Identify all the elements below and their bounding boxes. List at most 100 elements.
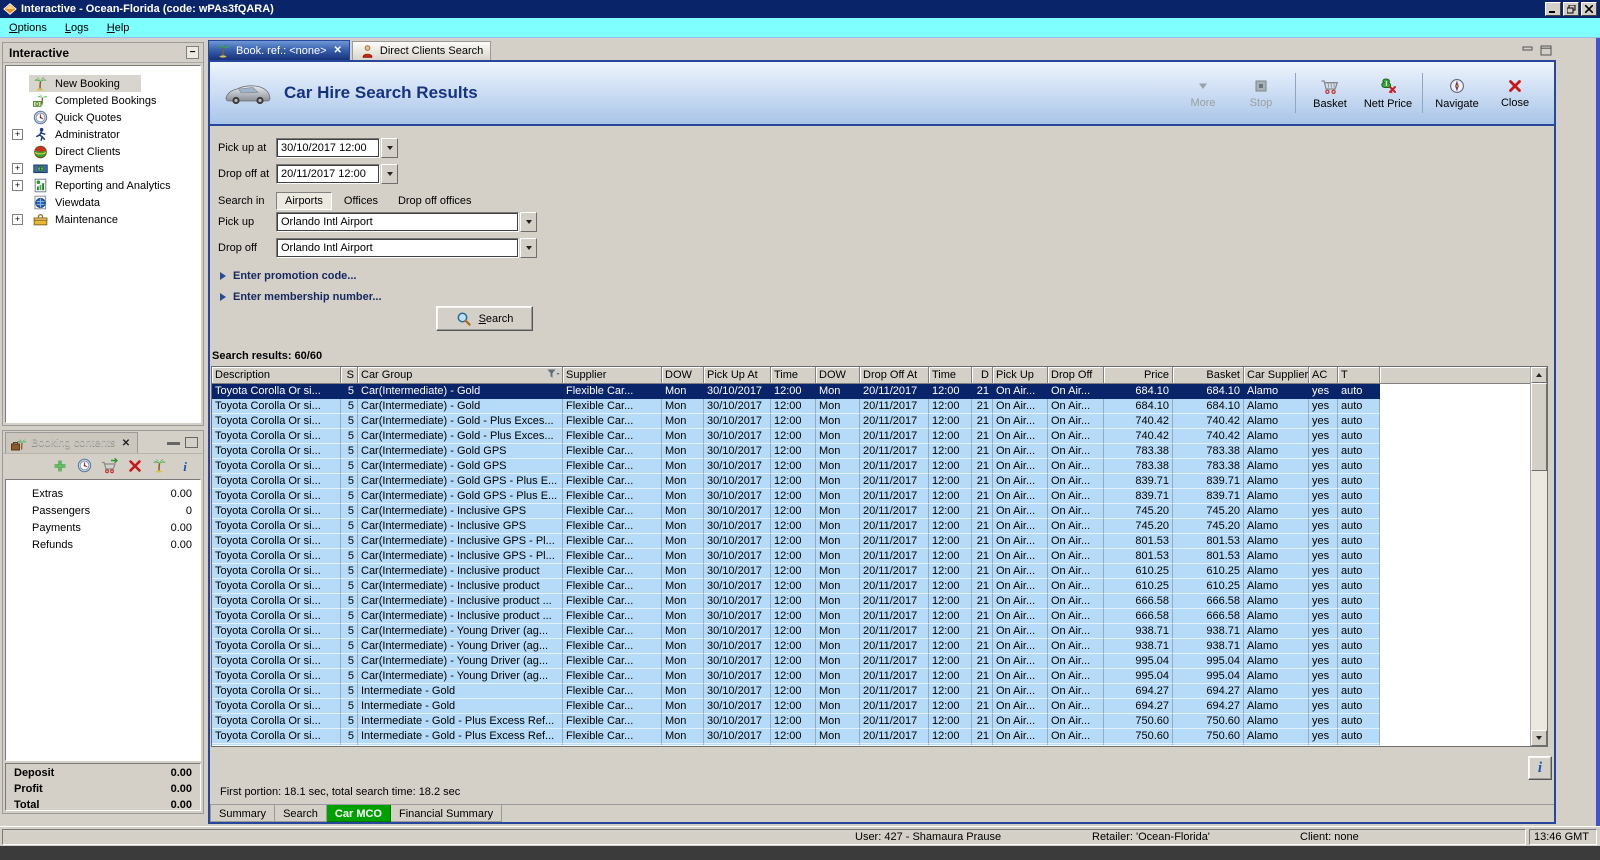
search-in-option-drop-off-offices[interactable]: Drop off offices: [390, 193, 480, 209]
column-header-s[interactable]: S: [341, 367, 358, 384]
sidebar-item-new-booking[interactable]: New Booking: [6, 75, 200, 92]
tabstrip-window-buttons[interactable]: [1522, 45, 1556, 60]
booking-tool-plus-button[interactable]: [51, 457, 68, 474]
column-header-car-group[interactable]: Car Group: [358, 367, 563, 384]
menu-item-logs[interactable]: Logs: [56, 20, 98, 36]
info-button[interactable]: i: [1528, 756, 1552, 780]
result-row[interactable]: Toyota Corolla Or si... 5 Car(Intermediate…: [212, 654, 1547, 669]
column-header-pick-up-at[interactable]: Pick Up At: [704, 367, 771, 384]
booking-row-refunds[interactable]: Refunds 0.00: [6, 536, 200, 553]
result-row[interactable]: Toyota Corolla Or si... 5 Car(Intermediate…: [212, 474, 1547, 489]
column-header-car-supplier[interactable]: Car Supplier: [1244, 367, 1309, 384]
column-header-dow[interactable]: DOW: [816, 367, 860, 384]
tab-close-icon[interactable]: ✕: [334, 45, 342, 56]
menu-item-options[interactable]: Options: [0, 20, 56, 36]
column-header-dow[interactable]: DOW: [662, 367, 704, 384]
result-row[interactable]: Toyota Corolla Or si... 5 Car(Intermediate…: [212, 459, 1547, 474]
scroll-up-button[interactable]: [1531, 367, 1547, 383]
sidebar-item-payments[interactable]: + Payments: [6, 160, 200, 177]
navigate-button[interactable]: Navigate: [1428, 75, 1486, 112]
booking-close-icon[interactable]: ✕: [119, 437, 132, 450]
column-header-t[interactable]: T: [1338, 367, 1380, 384]
booking-contents-tab[interactable]: Booking contents ✕: [5, 432, 139, 453]
tree-expand-icon[interactable]: +: [12, 129, 23, 140]
sidebar-item-completed-bookings[interactable]: Completed Bookings: [6, 92, 200, 109]
window-restore-button[interactable]: [1563, 2, 1579, 16]
drop-off-at-input[interactable]: 20/11/2017 12:00: [276, 164, 380, 184]
column-header-time[interactable]: Time: [771, 367, 816, 384]
column-header-time[interactable]: Time: [929, 367, 972, 384]
booking-minimize-icon[interactable]: [167, 437, 180, 445]
search-in-option-offices[interactable]: Offices: [336, 193, 386, 209]
result-row[interactable]: Toyota Corolla Or si... 5 Car(Intermediate…: [212, 519, 1547, 534]
column-header-d[interactable]: D: [972, 367, 993, 384]
sidebar-item-viewdata[interactable]: Viewdata: [6, 194, 200, 211]
drop-off-at-dropdown-button[interactable]: [381, 164, 398, 184]
tree-expand-icon[interactable]: +: [12, 214, 23, 225]
result-row[interactable]: Toyota Corolla Or si...5Intermediate - G…: [212, 729, 1547, 744]
column-header-drop-off-at[interactable]: Drop Off At: [860, 367, 929, 384]
bottom-tab-search[interactable]: Search: [275, 805, 327, 822]
column-header-description[interactable]: Description: [212, 367, 341, 384]
sidebar-item-reporting-and-analytics[interactable]: + Reporting and Analytics: [6, 177, 200, 194]
booking-tool-clock-globe-button[interactable]: [76, 457, 93, 474]
result-row[interactable]: Toyota Corolla Or si... 5 Car(Intermediate…: [212, 609, 1547, 624]
result-row[interactable]: Toyota Corolla Or si... 5 Car(Intermediate…: [212, 414, 1547, 429]
sidebar-collapse-button[interactable]: −: [186, 46, 199, 59]
booking-row-passengers[interactable]: Passengers 0: [6, 502, 200, 519]
result-row[interactable]: Toyota Corolla Or si... 5 Car(Intermediate…: [212, 399, 1547, 414]
sidebar-item-direct-clients[interactable]: Direct Clients: [6, 143, 200, 160]
window-close-button[interactable]: [1581, 2, 1597, 16]
basket-button[interactable]: Basket: [1301, 75, 1359, 112]
pick-up-at-input[interactable]: 30/10/2017 12:00: [276, 138, 380, 158]
menu-item-help[interactable]: Help: [98, 20, 139, 36]
column-header-ac[interactable]: AC: [1309, 367, 1338, 384]
result-row[interactable]: Toyota Corolla Or si... 5 Car(Intermediate…: [212, 384, 1547, 399]
booking-row-payments[interactable]: Payments 0.00: [6, 519, 200, 536]
result-row[interactable]: Toyota Corolla Or si... 5 Car(Intermediate…: [212, 624, 1547, 639]
bottom-tab-financial-summary[interactable]: Financial Summary: [390, 805, 503, 822]
scrollbar-thumb[interactable]: [1531, 383, 1547, 471]
column-header-price[interactable]: Price: [1104, 367, 1173, 384]
booking-tool-info-button[interactable]: i: [176, 457, 193, 474]
result-row[interactable]: Toyota Corolla Or si... 5 Car(Intermediate…: [212, 429, 1547, 444]
result-row[interactable]: Toyota Corolla Or si... 5 Car(Intermediate…: [212, 489, 1547, 504]
search-button[interactable]: Search: [436, 306, 533, 331]
result-row[interactable]: Toyota Corolla Or si... 5 Car(Intermediate…: [212, 564, 1547, 579]
sidebar-item-quick-quotes[interactable]: Quick Quotes: [6, 109, 200, 126]
sidebar-item-maintenance[interactable]: + Maintenance: [6, 211, 200, 228]
bottom-tab-car-mco[interactable]: Car MCO: [326, 805, 391, 822]
results-scrollbar[interactable]: [1530, 367, 1547, 746]
result-row[interactable]: Toyota Corolla Or si... 5 Car(Intermediate…: [212, 534, 1547, 549]
booking-row-extras[interactable]: Extras 0.00: [6, 485, 200, 502]
booking-tool-palm-tree-button[interactable]: [151, 457, 168, 474]
tree-expand-icon[interactable]: +: [12, 180, 23, 191]
result-row[interactable]: Toyota Corolla Or si... 5 Car(Intermediate…: [212, 579, 1547, 594]
result-row[interactable]: Toyota Corolla Or si... 5 Car(Intermediate…: [212, 669, 1547, 684]
booking-tool-red-cross-button[interactable]: [126, 457, 143, 474]
sidebar-item-administrator[interactable]: + Administrator: [6, 126, 200, 143]
bottom-tab-summary[interactable]: Summary: [210, 805, 276, 822]
result-row[interactable]: Toyota Corolla Or si... 5 Car(Intermediate…: [212, 444, 1547, 459]
scroll-down-button[interactable]: [1531, 730, 1547, 746]
result-row[interactable]: Toyota Corolla Or si... 5 Car(Intermediate…: [212, 639, 1547, 654]
column-header-pick-up[interactable]: Pick Up: [993, 367, 1048, 384]
result-row[interactable]: Toyota Corolla Or si...5Intermediate - G…: [212, 714, 1547, 729]
tab-direct-clients-search[interactable]: Direct Clients Search: [351, 41, 492, 60]
result-row[interactable]: Toyota Corolla Or si...5Intermediate - G…: [212, 684, 1547, 699]
drop-off-dropdown-button[interactable]: [520, 238, 537, 258]
result-row[interactable]: Toyota Corolla Or si... 5 Car(Intermediate…: [212, 594, 1547, 609]
result-row[interactable]: Toyota Corolla Or si...5Intermediate - G…: [212, 699, 1547, 714]
result-row[interactable]: Toyota Corolla Or si... 5 Car(Intermediate…: [212, 504, 1547, 519]
result-row[interactable]: Toyota Corolla Or si...5Intermediate - G…: [212, 744, 1547, 745]
booking-maximize-icon[interactable]: [185, 437, 198, 448]
drop-off-combo[interactable]: Orlando Intl Airport: [276, 238, 519, 258]
tree-expand-icon[interactable]: +: [12, 163, 23, 174]
search-in-option-airports[interactable]: Airports: [276, 192, 332, 210]
pick-up-at-dropdown-button[interactable]: [381, 138, 398, 158]
pick-up-dropdown-button[interactable]: [520, 212, 537, 232]
column-header-drop-off[interactable]: Drop Off: [1048, 367, 1104, 384]
close-button[interactable]: Close: [1486, 76, 1544, 111]
tab-book-ref-none-[interactable]: Book. ref.: <none> ✕: [208, 40, 350, 60]
promotion-code-expander[interactable]: Enter promotion code...: [220, 268, 356, 284]
